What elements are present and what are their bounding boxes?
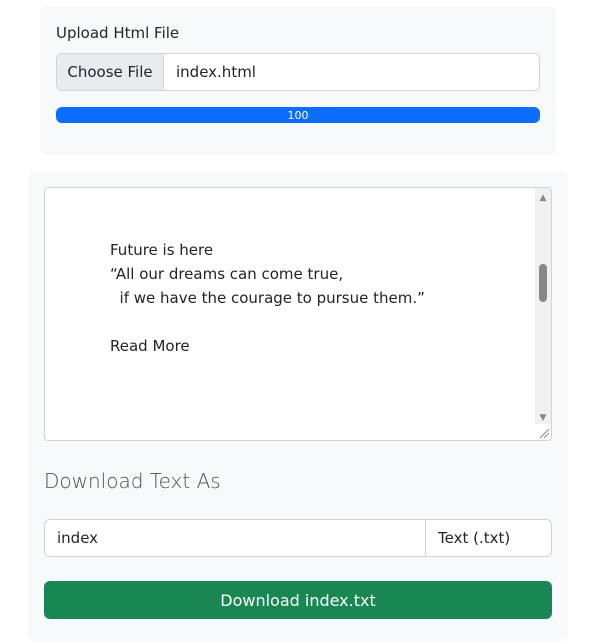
upload-card: Upload Html File Choose File index.html …	[40, 6, 556, 155]
file-input[interactable]: Choose File index.html	[56, 53, 540, 91]
selected-file-name: index.html	[176, 63, 256, 81]
text-preview-line: if we have the courage to pursue them.”	[110, 289, 425, 307]
vertical-scrollbar[interactable]: ▲ ▼	[535, 188, 551, 426]
file-extension-label: Text (.txt)	[425, 520, 551, 556]
text-preview-content: Future is here “All our dreams can come t…	[110, 238, 425, 358]
resize-grip-icon[interactable]	[535, 424, 551, 440]
text-preview-line	[110, 310, 425, 334]
download-button[interactable]: Download index.txt	[44, 581, 552, 619]
text-preview-line: Read More	[110, 337, 190, 355]
main-card: Future is here “All our dreams can come t…	[28, 171, 568, 641]
scroll-thumb[interactable]	[539, 264, 547, 302]
upload-progress: 100	[56, 107, 540, 123]
text-preview-line: “All our dreams can come true,	[110, 265, 344, 283]
choose-file-button[interactable]: Choose File	[57, 54, 164, 90]
download-section-title: Download Text As	[44, 469, 221, 493]
upload-progress-bar: 100	[56, 107, 540, 123]
text-preview-area[interactable]: Future is here “All our dreams can come t…	[44, 187, 552, 441]
scroll-up-arrow-icon[interactable]: ▲	[535, 190, 551, 206]
download-filename-input[interactable]	[45, 520, 425, 556]
upload-label: Upload Html File	[56, 24, 180, 42]
text-preview-line: Future is here	[110, 241, 214, 259]
download-name-group: Text (.txt)	[44, 519, 552, 557]
